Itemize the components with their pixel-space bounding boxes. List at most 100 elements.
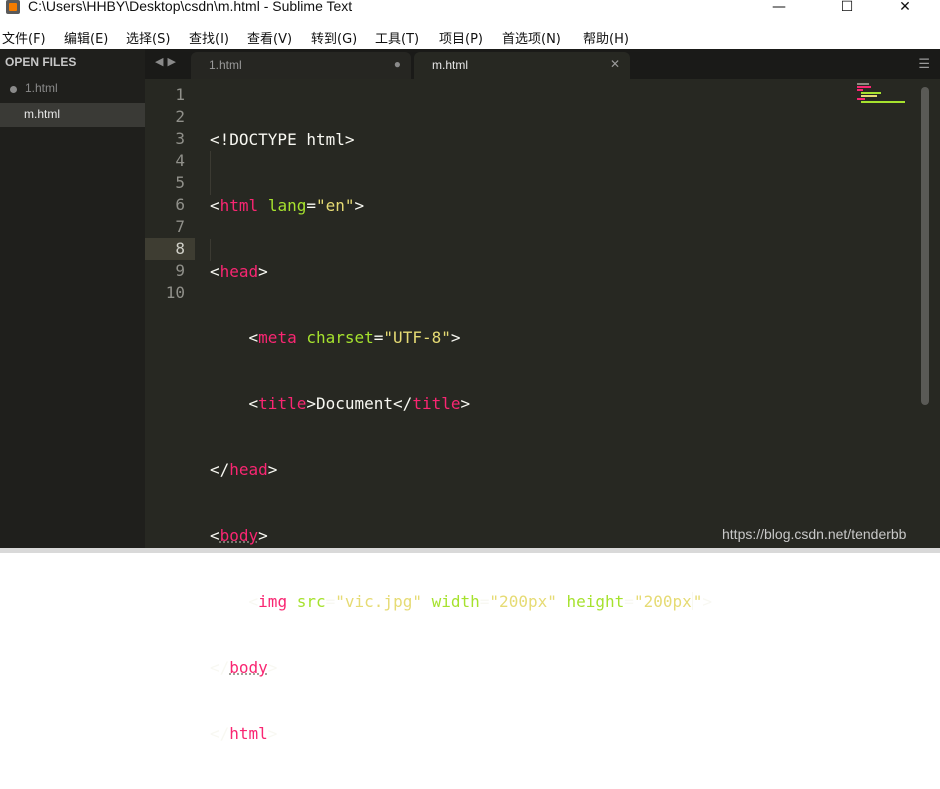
sidebar-item-1-html[interactable]: 1.html <box>0 77 145 101</box>
menu-project[interactable]: 项目(P) <box>439 28 483 47</box>
tab-bar: ◀▶ 1.html ● m.html ✕ ☰ <box>145 49 940 79</box>
code-line-8: <img src="vic.jpg" width="200px" height=… <box>210 591 712 613</box>
menu-goto[interactable]: 转到(G) <box>311 28 357 47</box>
line-number: 7 <box>175 217 185 236</box>
string-token: " <box>692 592 703 611</box>
code-line-9: </body> <box>210 657 712 679</box>
maximize-button[interactable]: ☐ <box>824 0 870 18</box>
line-number-gutter: 1 2 3 4 5 6 7 8 9 10 <box>145 79 195 548</box>
menu-file[interactable]: 文件(F) <box>2 28 46 47</box>
punct-token: </ <box>210 460 230 479</box>
title-bar: C:\Users\HHBY\Desktop\csdn\m.html - Subl… <box>0 0 940 20</box>
string-token: "en" <box>315 196 355 215</box>
menu-preferences[interactable]: 首选项(N) <box>502 28 561 47</box>
punct-token: > <box>258 262 268 281</box>
menu-help[interactable]: 帮助(H) <box>583 28 629 47</box>
minimize-icon: — <box>772 0 786 15</box>
tag-token: html <box>219 196 259 215</box>
tag-token: meta <box>258 328 297 347</box>
line-number: 10 <box>165 283 185 302</box>
punct-token: > <box>306 394 316 413</box>
menu-tools[interactable]: 工具(T) <box>375 28 419 47</box>
menu-selection[interactable]: 选择(S) <box>126 28 170 47</box>
tag-token: title <box>412 394 461 413</box>
punct-token: > <box>267 724 278 743</box>
string-token: "200px <box>633 592 692 611</box>
minimap-line <box>861 95 877 97</box>
minimap[interactable] <box>853 83 913 103</box>
close-icon: ✕ <box>899 0 911 15</box>
vertical-scrollbar[interactable] <box>921 87 929 405</box>
hamburger-menu-icon[interactable]: ☰ <box>918 57 930 72</box>
punct-token: </ <box>210 658 230 677</box>
code-line-1: <!DOCTYPE html> <box>210 129 712 151</box>
attr-token: charset <box>306 328 374 347</box>
punct-token: > <box>258 526 268 545</box>
line-number: 6 <box>175 195 185 214</box>
string-token: "UTF-8" <box>383 328 451 347</box>
menu-bar: 文件(F) 编辑(E) 选择(S) 查找(I) 查看(V) 转到(G) 工具(T… <box>0 24 940 48</box>
doctype-token: <!DOCTYPE html> <box>210 130 355 149</box>
attr-token: src <box>296 592 326 611</box>
line-number: 3 <box>175 129 185 148</box>
punct-token: < <box>210 262 220 281</box>
punct-token: < <box>210 526 220 545</box>
punct-token: < <box>210 328 259 347</box>
tab-label: m.html <box>432 58 468 72</box>
unsaved-dot-icon <box>10 86 17 93</box>
unsaved-dot-icon[interactable]: ● <box>394 57 401 71</box>
line-number: 4 <box>175 151 185 170</box>
tag-token: html <box>229 724 268 743</box>
minimize-button[interactable]: — <box>756 0 802 18</box>
line-number: 1 <box>175 85 185 104</box>
sublime-text-icon <box>6 0 20 14</box>
punct-token: = <box>479 592 490 611</box>
sidebar-item-m-html[interactable]: m.html <box>0 103 145 127</box>
attr-token: lang <box>267 196 307 215</box>
punct-token: > <box>460 394 471 413</box>
menu-find[interactable]: 查找(I) <box>189 28 229 47</box>
string-token: "vic.jpg" <box>335 592 422 611</box>
close-tab-icon[interactable]: ✕ <box>610 57 620 71</box>
code-line-3: <head> <box>210 261 712 283</box>
menu-edit[interactable]: 编辑(E) <box>64 28 108 47</box>
tab-label: 1.html <box>209 58 242 72</box>
tag-token: body <box>219 526 259 545</box>
attr-token: height <box>566 592 625 611</box>
maximize-icon: ☐ <box>840 0 854 15</box>
punct-token: </ <box>393 394 413 413</box>
sidebar-item-label: m.html <box>24 107 60 121</box>
minimap-line <box>857 89 863 91</box>
minimap-line <box>857 83 869 85</box>
code-line-7: <body> <box>210 525 712 547</box>
line-number: 9 <box>175 261 185 280</box>
code-editor[interactable]: 1 2 3 4 5 6 7 8 9 10 <!DOCTYPE html> < ht… <box>145 79 940 743</box>
punct-token: < <box>210 592 259 611</box>
code-line-4: <meta charset="UTF-8"> <box>210 327 712 349</box>
menu-view[interactable]: 查看(V) <box>247 28 292 47</box>
code-line-5: <title>Document</title> <box>210 393 712 415</box>
code-content[interactable]: <!DOCTYPE html> <html lang="en"> <head> … <box>210 85 712 789</box>
tab-m-html[interactable]: m.html ✕ <box>414 52 630 79</box>
punct-token: = <box>373 328 384 347</box>
tab-1-html[interactable]: 1.html ● <box>191 52 411 79</box>
punct-token: > <box>702 592 713 611</box>
minimap-line <box>861 92 881 94</box>
minimap-line <box>857 98 865 100</box>
punct-token: = <box>325 592 336 611</box>
punct-token: > <box>450 328 461 347</box>
close-window-button[interactable]: ✕ <box>882 0 928 18</box>
punct-token: > <box>267 658 278 677</box>
attr-token: width <box>431 592 480 611</box>
minimap-line <box>857 86 871 88</box>
punct-token: < <box>210 394 259 413</box>
punct-token: = <box>624 592 634 611</box>
tab-nav-arrows-icon[interactable]: ◀▶ <box>155 55 180 68</box>
window-title: C:\Users\HHBY\Desktop\csdn\m.html - Subl… <box>28 0 353 14</box>
sidebar-item-label: 1.html <box>25 81 58 95</box>
line-number: 8 <box>175 239 185 258</box>
